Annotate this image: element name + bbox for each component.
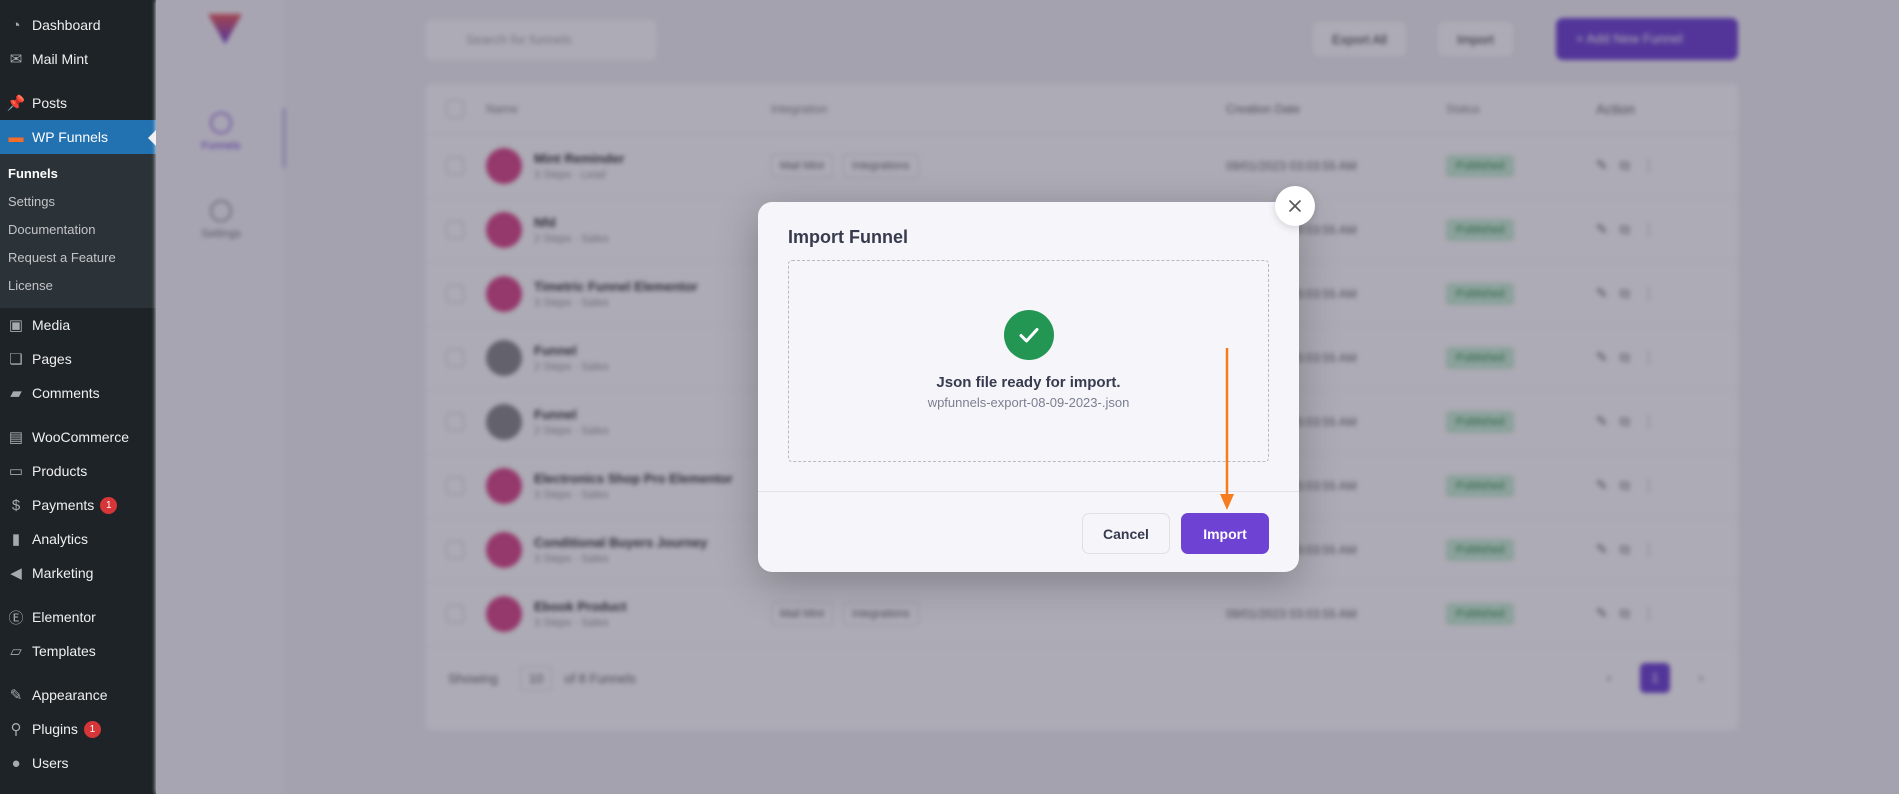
mail-icon: ✉ — [9, 51, 23, 68]
update-count-badge: 1 — [100, 496, 118, 514]
sidebar-item-label: Appearance — [32, 687, 108, 703]
menu-separator — [0, 590, 156, 600]
sidebar-item-pages[interactable]: ❏ Pages — [0, 342, 156, 376]
elementor-icon: Ⓔ — [8, 609, 24, 627]
submenu-item-settings[interactable]: Settings — [0, 188, 156, 216]
pages-icon: ❏ — [9, 351, 23, 368]
menu-separator — [0, 76, 156, 86]
submenu-item-license[interactable]: License — [0, 272, 156, 300]
sidebar-item-label: Pages — [32, 351, 72, 367]
bar-chart-icon: ▮ — [11, 531, 21, 548]
sidebar-item-woocommerce[interactable]: ▤ WooCommerce — [0, 420, 156, 454]
sidebar-item-analytics[interactable]: ▮ Analytics — [0, 522, 156, 556]
sidebar-item-label: Posts — [32, 95, 68, 111]
sidebar-item-comments[interactable]: ▰ Comments — [0, 376, 156, 410]
sidebar-item-label: Media — [32, 317, 71, 333]
sidebar-item-label: Templates — [32, 643, 96, 659]
wp-funnels-submenu: Funnels Settings Documentation Request a Fe… — [0, 154, 156, 308]
sidebar-item-products[interactable]: ▭ Products — [0, 454, 156, 488]
comment-icon: ▰ — [10, 385, 22, 402]
sidebar-item-label: Analytics — [32, 531, 89, 547]
sidebar-item-label: Plugins — [32, 721, 78, 737]
sidebar-item-label: Users — [32, 755, 69, 771]
megaphone-icon: ◀ — [10, 565, 22, 582]
user-icon: ● — [11, 754, 21, 772]
plugin-icon: ⚲ — [10, 721, 22, 738]
sidebar-item-label: Payments — [32, 497, 95, 513]
sidebar-item-users[interactable]: ● Users — [0, 746, 156, 780]
success-check-icon — [1004, 310, 1054, 360]
sidebar-item-appearance[interactable]: ✎ Appearance — [0, 678, 156, 712]
folder-icon: ▱ — [10, 643, 22, 660]
menu-separator — [0, 410, 156, 420]
sidebar-item-templates[interactable]: ▱ Templates — [0, 634, 156, 668]
submenu-item-documentation[interactable]: Documentation — [0, 216, 156, 244]
sidebar-item-elementor[interactable]: Ⓔ Elementor — [0, 600, 156, 634]
close-icon — [1289, 200, 1301, 212]
dashboard-icon: ◔ — [11, 16, 21, 34]
sidebar-item-label: Comments — [32, 385, 100, 401]
woo-icon: ▤ — [8, 429, 24, 446]
dollar-icon: $ — [11, 496, 21, 514]
submenu-item-request-a-feature[interactable]: Request a Feature — [0, 244, 156, 272]
import-funnel-modal: Import Funnel Json file ready for import… — [758, 202, 1299, 572]
import-button[interactable]: Import — [1181, 513, 1269, 554]
menu-separator — [0, 668, 156, 678]
sidebar-item-label: Mail Mint — [32, 51, 89, 67]
sidebar-item-marketing[interactable]: ◀ Marketing — [0, 556, 156, 590]
file-name: wpfunnels-export-08-09-2023-.json — [927, 395, 1130, 410]
pin-icon: 📌 — [6, 95, 26, 112]
sidebar-item-label: Elementor — [32, 609, 96, 625]
file-dropzone[interactable] — [788, 260, 1269, 462]
annotation-arrow-icon — [1220, 348, 1234, 510]
sidebar-item-mail-mint[interactable]: ✉ Mail Mint — [0, 42, 156, 76]
funnel-icon: ▬ — [8, 128, 24, 146]
sidebar-item-plugins[interactable]: ⚲ Plugins 1 — [0, 712, 156, 746]
sidebar-item-dashboard[interactable]: ◔ Dashboard — [0, 8, 156, 42]
sidebar-item-label: WP Funnels — [32, 129, 108, 145]
sidebar-item-label: WooCommerce — [32, 429, 129, 445]
modal-divider — [758, 491, 1299, 492]
modal-title: Import Funnel — [788, 227, 908, 247]
archive-icon: ▭ — [8, 463, 24, 480]
sidebar-item-media[interactable]: ▣ Media — [0, 308, 156, 342]
media-icon: ▣ — [8, 317, 24, 334]
sidebar-item-posts[interactable]: 📌 Posts — [0, 86, 156, 120]
sidebar-item-wp-funnels[interactable]: ▬ WP Funnels — [0, 120, 156, 154]
ready-status-text: Json file ready for import. — [936, 374, 1121, 391]
close-modal-button[interactable] — [1275, 186, 1315, 226]
update-count-badge: 1 — [83, 720, 101, 738]
submenu-item-funnels[interactable]: Funnels — [0, 160, 156, 188]
wp-admin-sidebar: ◔ Dashboard ✉ Mail Mint 📌 Posts ▬ WP Funnels Fun… — [0, 0, 156, 794]
sidebar-item-label: Dashboard — [32, 17, 101, 33]
brush-icon: ✎ — [9, 687, 23, 704]
sidebar-item-label: Marketing — [32, 565, 94, 581]
sidebar-item-payments[interactable]: $ Payments 1 — [0, 488, 156, 522]
sidebar-item-label: Products — [32, 463, 88, 479]
cancel-button[interactable]: Cancel — [1082, 513, 1170, 554]
